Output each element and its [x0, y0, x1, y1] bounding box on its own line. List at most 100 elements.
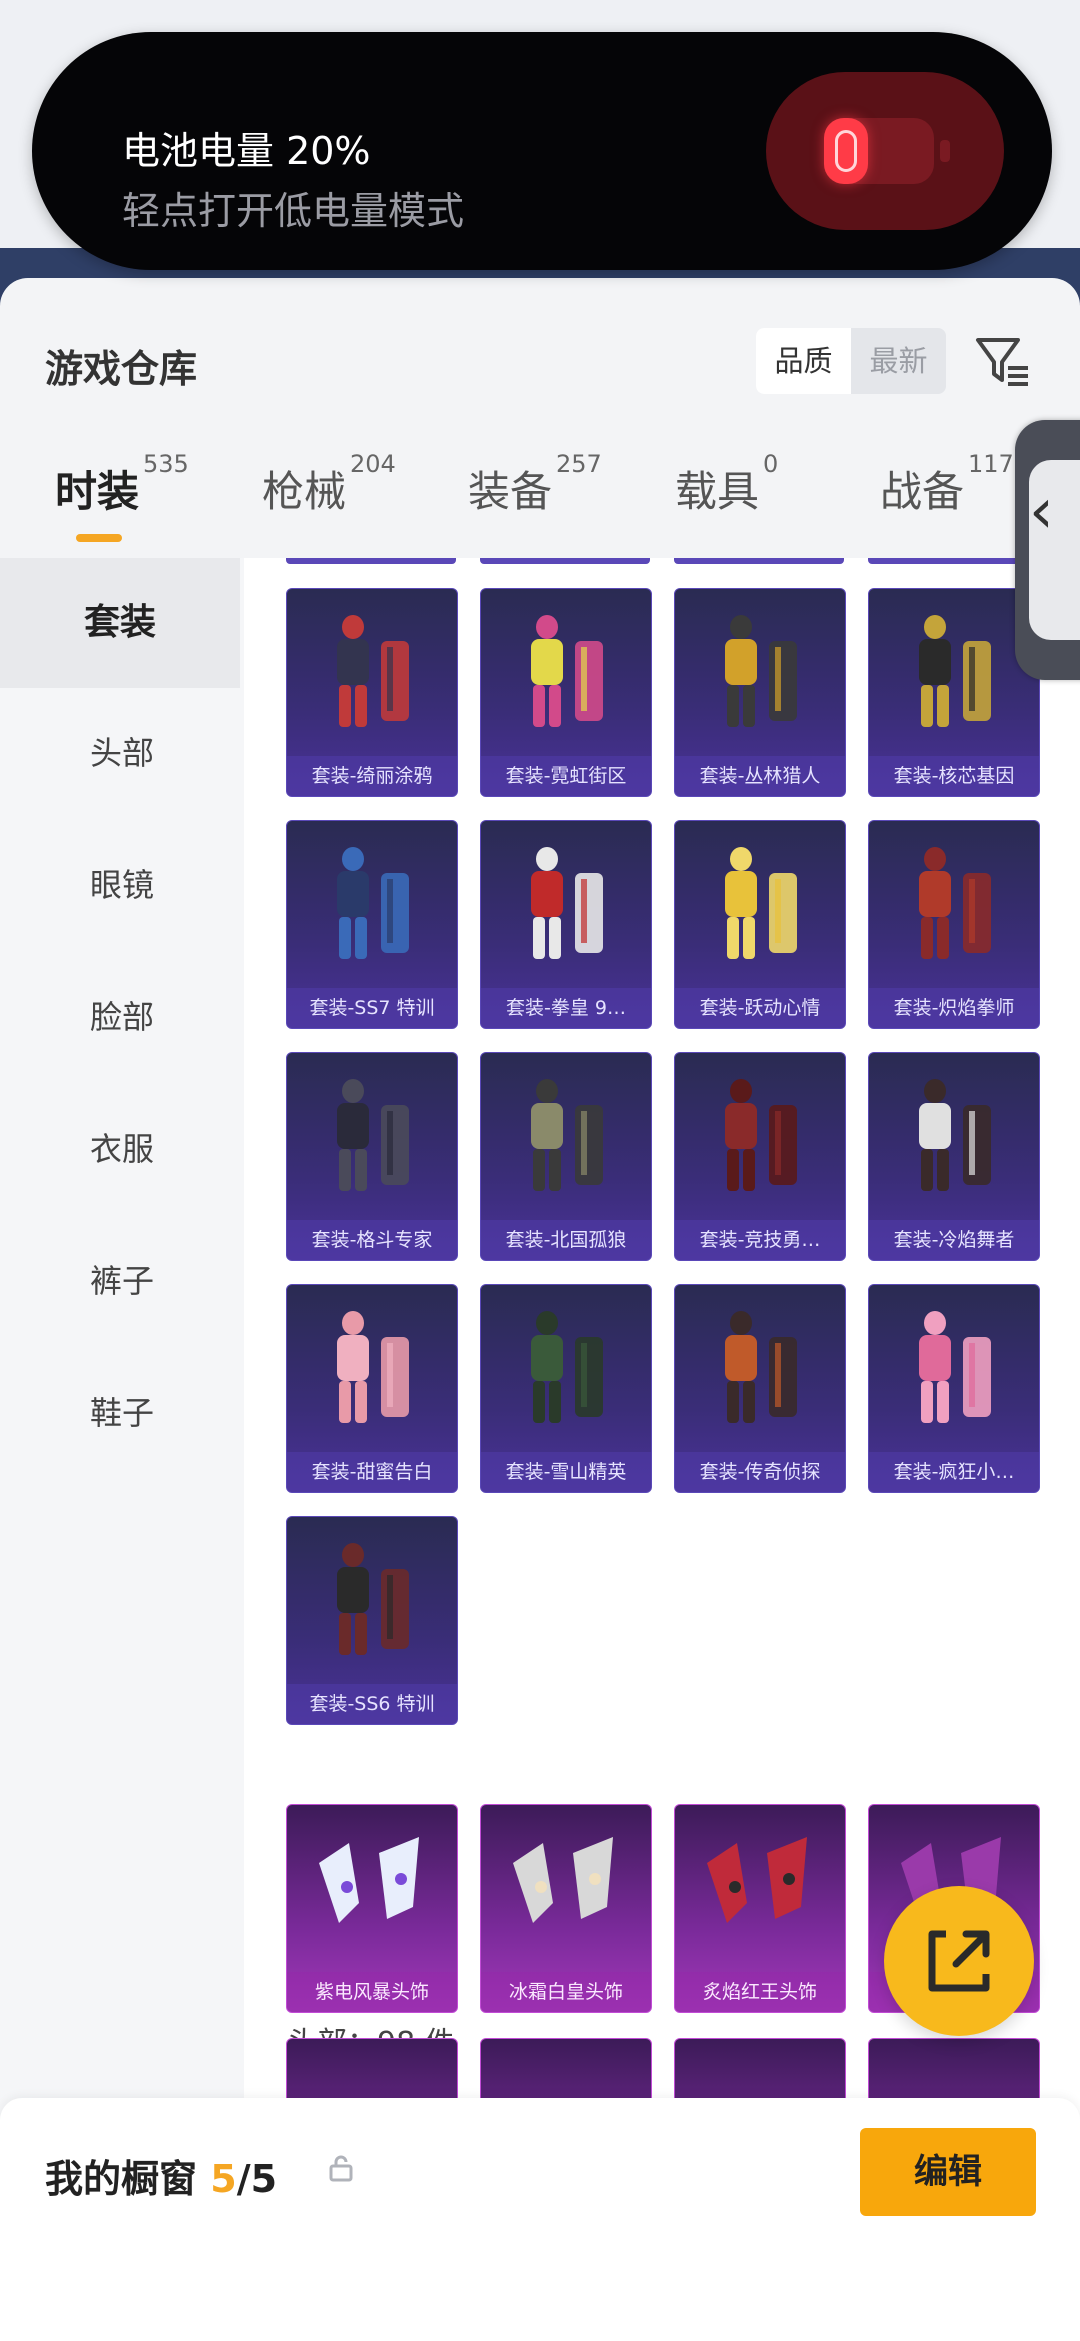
- edit-button[interactable]: 编辑: [860, 2128, 1036, 2216]
- suit-card[interactable]: 套装-传奇侦探: [674, 1284, 846, 1493]
- suit-card-label: 套装-SS7 特训: [287, 988, 457, 1028]
- tab-vehicles[interactable]: 载具0: [675, 450, 778, 548]
- chevron-left-icon: ‹: [1029, 474, 1054, 547]
- outfit-image: [531, 1311, 603, 1423]
- suit-card-label: 套装-丛林猎人: [675, 756, 845, 796]
- outfit-image: [725, 1079, 797, 1191]
- suit-card-label: 套装-核芯基因: [869, 756, 1039, 796]
- sidebar-item-pants[interactable]: 裤子: [0, 1216, 244, 1346]
- suit-card[interactable]: 套装-竞技勇…: [674, 1052, 846, 1261]
- tab-label: 枪械: [262, 467, 347, 516]
- suit-card[interactable]: 套装-跃动心情: [674, 820, 846, 1029]
- suit-card[interactable]: 套装-炽焰拳师: [868, 820, 1040, 1029]
- head-item-card[interactable]: 冰霜白皇头饰: [480, 1804, 652, 2013]
- outfit-image: [919, 1311, 991, 1423]
- showcase-current: 5: [210, 2157, 237, 2201]
- battery-notification[interactable]: 电池电量 20% 轻点打开低电量模式: [32, 32, 1052, 270]
- battery-title: 电池电量 20%: [122, 129, 371, 173]
- sort-toggle[interactable]: 品质 最新: [756, 328, 946, 394]
- outfit-image: [919, 1079, 991, 1191]
- battery-icon: [766, 72, 1004, 230]
- headgear-image: [707, 1837, 807, 1923]
- card-edge: [286, 558, 456, 564]
- suit-card-label: 套装-格斗专家: [287, 1220, 457, 1260]
- sidebar-item-head[interactable]: 头部: [0, 688, 244, 818]
- sidebar-item-suits[interactable]: 套装: [0, 558, 240, 688]
- outfit-image: [337, 1079, 409, 1191]
- headgear-image: [513, 1837, 613, 1923]
- suit-card[interactable]: 套装-拳皇 9…: [480, 820, 652, 1029]
- tab-fashion[interactable]: 时装535: [55, 450, 189, 548]
- suit-card[interactable]: 套装-疯狂小…: [868, 1284, 1040, 1493]
- suit-card-label: 套装-雪山精英: [481, 1452, 651, 1492]
- sort-quality-button[interactable]: 品质: [756, 328, 851, 394]
- tab-label: 时装: [55, 467, 140, 516]
- suit-card[interactable]: 套装-霓虹街区: [480, 588, 652, 797]
- subcategory-sidebar: 套装 头部 眼镜 脸部 衣服 裤子 鞋子: [0, 558, 244, 2341]
- outfit-image: [337, 615, 409, 727]
- suit-card-label: 套装-竞技勇…: [675, 1220, 845, 1260]
- suit-card[interactable]: 套装-绮丽涂鸦: [286, 588, 458, 797]
- outfit-image: [531, 1079, 603, 1191]
- suit-card-label: 套装-绮丽涂鸦: [287, 756, 457, 796]
- suit-card-label: 套装-炽焰拳师: [869, 988, 1039, 1028]
- card-edge: [480, 558, 650, 564]
- suit-card-label: 套装-SS6 特训: [287, 1684, 457, 1724]
- low-power-hint[interactable]: 轻点打开低电量模式: [122, 192, 464, 230]
- showcase-title: 我的橱窗 5/5: [45, 2148, 277, 2203]
- tab-count: 204: [350, 450, 396, 478]
- outfit-image: [919, 615, 991, 727]
- head-item-label: 紫电风暴头饰: [287, 1972, 457, 2012]
- outfit-image: [531, 615, 603, 727]
- suit-card[interactable]: 套装-格斗专家: [286, 1052, 458, 1261]
- head-item-card[interactable]: 紫电风暴头饰: [286, 1804, 458, 2013]
- suit-card-label: 套装-疯狂小…: [869, 1452, 1039, 1492]
- tab-guns[interactable]: 枪械204: [262, 450, 396, 548]
- tab-count: 535: [143, 450, 189, 478]
- tab-count: 257: [556, 450, 602, 478]
- tab-label: 装备: [468, 467, 553, 516]
- head-item-card[interactable]: 炙焰红王头饰: [674, 1804, 846, 2013]
- showcase-label: 我的橱窗: [45, 2157, 198, 2201]
- outfit-image: [531, 847, 603, 959]
- sort-newest-button[interactable]: 最新: [851, 328, 946, 394]
- category-tabs: 时装535 枪械204 装备257 载具0 战备117: [0, 450, 1080, 548]
- suit-card[interactable]: 套装-SS6 特训: [286, 1516, 458, 1725]
- suit-card[interactable]: 套装-丛林猎人: [674, 588, 846, 797]
- card-edge: [868, 558, 1038, 564]
- head-item-label: 冰霜白皇头饰: [481, 1972, 651, 2012]
- sidebar-item-clothes[interactable]: 衣服: [0, 1084, 244, 1214]
- filter-icon[interactable]: [972, 330, 1034, 392]
- suit-card[interactable]: 套装-雪山精英: [480, 1284, 652, 1493]
- tab-count: 0: [763, 450, 779, 478]
- head-item-label: 炙焰红王头饰: [675, 1972, 845, 2012]
- suit-card[interactable]: 套装-冷焰舞者: [868, 1052, 1040, 1261]
- sidebar-item-shoes[interactable]: 鞋子: [0, 1348, 244, 1478]
- outfit-image: [919, 847, 991, 959]
- showcase-bar: 我的橱窗 5/5 编辑: [0, 2098, 1080, 2341]
- tab-equipment[interactable]: 装备257: [468, 450, 602, 548]
- tab-label: 载具: [675, 467, 760, 516]
- suit-card[interactable]: 套装-甜蜜告白: [286, 1284, 458, 1493]
- sidebar-item-glasses[interactable]: 眼镜: [0, 820, 244, 950]
- suit-card-label: 套装-跃动心情: [675, 988, 845, 1028]
- share-icon: [928, 1930, 990, 1992]
- suit-card-label: 套装-冷焰舞者: [869, 1220, 1039, 1260]
- suit-card-label: 套装-拳皇 9…: [481, 988, 651, 1028]
- outfit-image: [337, 847, 409, 959]
- suit-card[interactable]: 套装-北国孤狼: [480, 1052, 652, 1261]
- suit-card-label: 套装-甜蜜告白: [287, 1452, 457, 1492]
- page-title: 游戏仓库: [45, 347, 198, 391]
- suit-card-label: 套装-传奇侦探: [675, 1452, 845, 1492]
- tab-supplies[interactable]: 战备117: [880, 450, 1014, 548]
- tab-label: 战备: [880, 467, 965, 516]
- side-drawer-handle[interactable]: ‹: [1015, 420, 1080, 680]
- outfit-image: [725, 847, 797, 959]
- outfit-image: [725, 1311, 797, 1423]
- share-button[interactable]: [884, 1886, 1034, 2036]
- tab-count: 117: [968, 450, 1014, 478]
- outfit-image: [337, 1543, 409, 1655]
- sidebar-item-face[interactable]: 脸部: [0, 952, 244, 1082]
- suit-card[interactable]: 套装-SS7 特训: [286, 820, 458, 1029]
- showcase-total: /5: [236, 2157, 278, 2201]
